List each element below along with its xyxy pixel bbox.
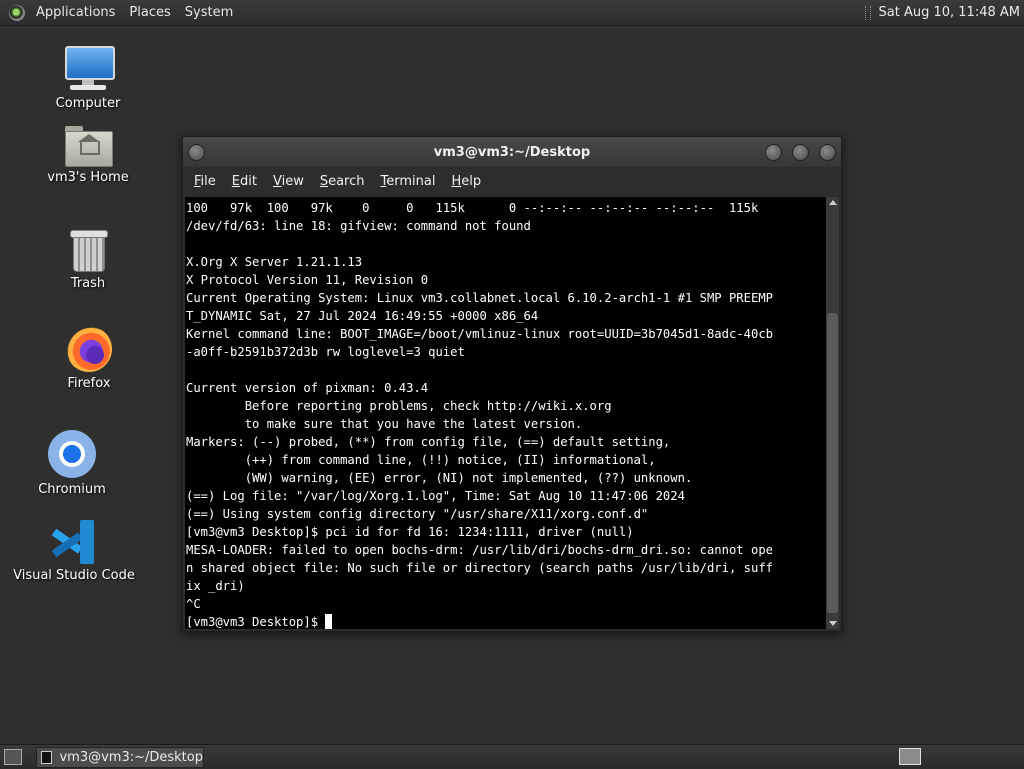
terminal-line: 100 97k 100 97k 0 0 115k 0 --:--:-- --:-…	[186, 201, 759, 215]
menu-terminal[interactable]: Terminal	[373, 174, 444, 189]
top-panel-right: Sat Aug 10, 11:48 AM	[864, 0, 1024, 25]
workspace-switcher[interactable]	[899, 748, 921, 765]
desktop-icon-label: Chromium	[38, 482, 106, 497]
menu-view[interactable]: View	[265, 174, 312, 189]
terminal-output[interactable]: 100 97k 100 97k 0 0 115k 0 --:--:-- --:-…	[185, 197, 826, 629]
terminal-prompt: [vm3@vm3 Desktop]$	[186, 615, 326, 629]
computer-icon	[64, 44, 115, 92]
places-menu[interactable]: Places	[122, 5, 177, 20]
menu-search[interactable]: Search	[312, 174, 373, 189]
terminal-line: ^C	[186, 597, 201, 611]
terminal-line: MESA-LOADER: failed to open bochs-drm: /…	[186, 543, 773, 557]
terminal-line: X.Org X Server 1.21.1.13	[186, 255, 363, 269]
distro-logo-icon[interactable]	[9, 4, 25, 21]
terminal-line: /dev/fd/63: line 18: gifview: command no…	[186, 219, 531, 233]
terminal-line: Kernel command line: BOOT_IMAGE=/boot/vm…	[186, 327, 773, 341]
terminal-line: [vm3@vm3 Desktop]$ pci id for fd 16: 123…	[186, 525, 634, 539]
menu-file[interactable]: File	[186, 174, 224, 189]
taskbar-window-label: vm3@vm3:~/Desktop	[59, 750, 203, 765]
desktop-icon-trash[interactable]: Trash	[18, 228, 158, 291]
terminal-line: n shared object file: No such file or di…	[186, 561, 773, 575]
top-panel: Applications Places System Sat Aug 10, 1…	[0, 0, 1024, 26]
maximize-icon[interactable]	[792, 144, 809, 161]
vscode-icon	[51, 520, 96, 564]
terminal-scrollbar[interactable]	[826, 197, 839, 629]
system-menu[interactable]: System	[178, 5, 240, 20]
applications-menu[interactable]: Applications	[29, 5, 122, 20]
desktop-icon-chromium[interactable]: Chromium	[2, 430, 142, 497]
clock[interactable]: Sat Aug 10, 11:48 AM	[879, 5, 1024, 20]
menu-help[interactable]: Help	[443, 174, 489, 189]
terminal-line: to make sure that you have the latest ve…	[186, 417, 583, 431]
terminal-line: (==) Using system config directory "/usr…	[186, 507, 649, 521]
terminal-menubar: File Edit View Search Terminal Help	[183, 167, 841, 195]
close-icon[interactable]	[819, 144, 836, 161]
terminal-window[interactable]: vm3@vm3:~/Desktop File Edit View Search …	[182, 136, 842, 632]
terminal-app-icon	[41, 751, 53, 764]
desktop-icon-label: Visual Studio Code	[13, 568, 135, 583]
menu-edit[interactable]: Edit	[224, 174, 265, 189]
scroll-up-arrow-icon[interactable]	[829, 200, 837, 205]
scroll-down-arrow-icon[interactable]	[829, 621, 837, 626]
home-folder-icon	[65, 126, 113, 167]
window-menu-icon[interactable]	[188, 144, 205, 161]
scroll-thumb[interactable]	[827, 313, 838, 613]
terminal-line: (++) from command line, (!!) notice, (II…	[186, 453, 656, 467]
firefox-icon	[66, 326, 112, 372]
terminal-line: Markers: (--) probed, (**) from config f…	[186, 435, 671, 449]
chromium-icon	[48, 430, 96, 478]
terminal-line: (==) Log file: "/var/log/Xorg.1.log", Ti…	[186, 489, 685, 503]
show-desktop-icon[interactable]	[4, 749, 22, 765]
terminal-line: -a0ff-b2591b372d3b rw loglevel=3 quiet	[186, 345, 465, 359]
panel-handle-icon[interactable]	[864, 5, 871, 20]
minimize-icon[interactable]	[765, 144, 782, 161]
desktop-icon-label: Firefox	[67, 376, 111, 391]
desktop-icon-vscode[interactable]: Visual Studio Code	[4, 520, 144, 583]
terminal-line: Current Operating System: Linux vm3.coll…	[186, 291, 773, 305]
desktop-icon-firefox[interactable]: Firefox	[19, 326, 159, 391]
trash-icon	[70, 228, 108, 272]
desktop-icon-label: Computer	[55, 96, 121, 111]
terminal-line: ix _dri)	[186, 579, 245, 593]
desktop-icon-computer[interactable]: Computer	[18, 44, 158, 111]
window-title: vm3@vm3:~/Desktop	[433, 144, 591, 160]
terminal-text[interactable]: 100 97k 100 97k 0 0 115k 0 --:--:-- --:-…	[185, 197, 826, 629]
terminal-line: X Protocol Version 11, Revision 0	[186, 273, 429, 287]
bottom-panel: vm3@vm3:~/Desktop	[0, 744, 1024, 769]
terminal-line: (WW) warning, (EE) error, (NI) not imple…	[186, 471, 693, 485]
desktop-icon-label: Trash	[70, 276, 106, 291]
terminal-line: Before reporting problems, check http://…	[186, 399, 612, 413]
terminal-titlebar[interactable]: vm3@vm3:~/Desktop	[183, 137, 841, 167]
taskbar-window-button[interactable]: vm3@vm3:~/Desktop	[36, 747, 204, 768]
terminal-line: T_DYNAMIC Sat, 27 Jul 2024 16:49:55 +000…	[186, 309, 539, 323]
terminal-line: Current version of pixman: 0.43.4	[186, 381, 429, 395]
text-cursor	[325, 614, 333, 629]
desktop-icon-label: vm3's Home	[47, 170, 129, 185]
desktop-icon-home[interactable]: vm3's Home	[18, 126, 158, 185]
